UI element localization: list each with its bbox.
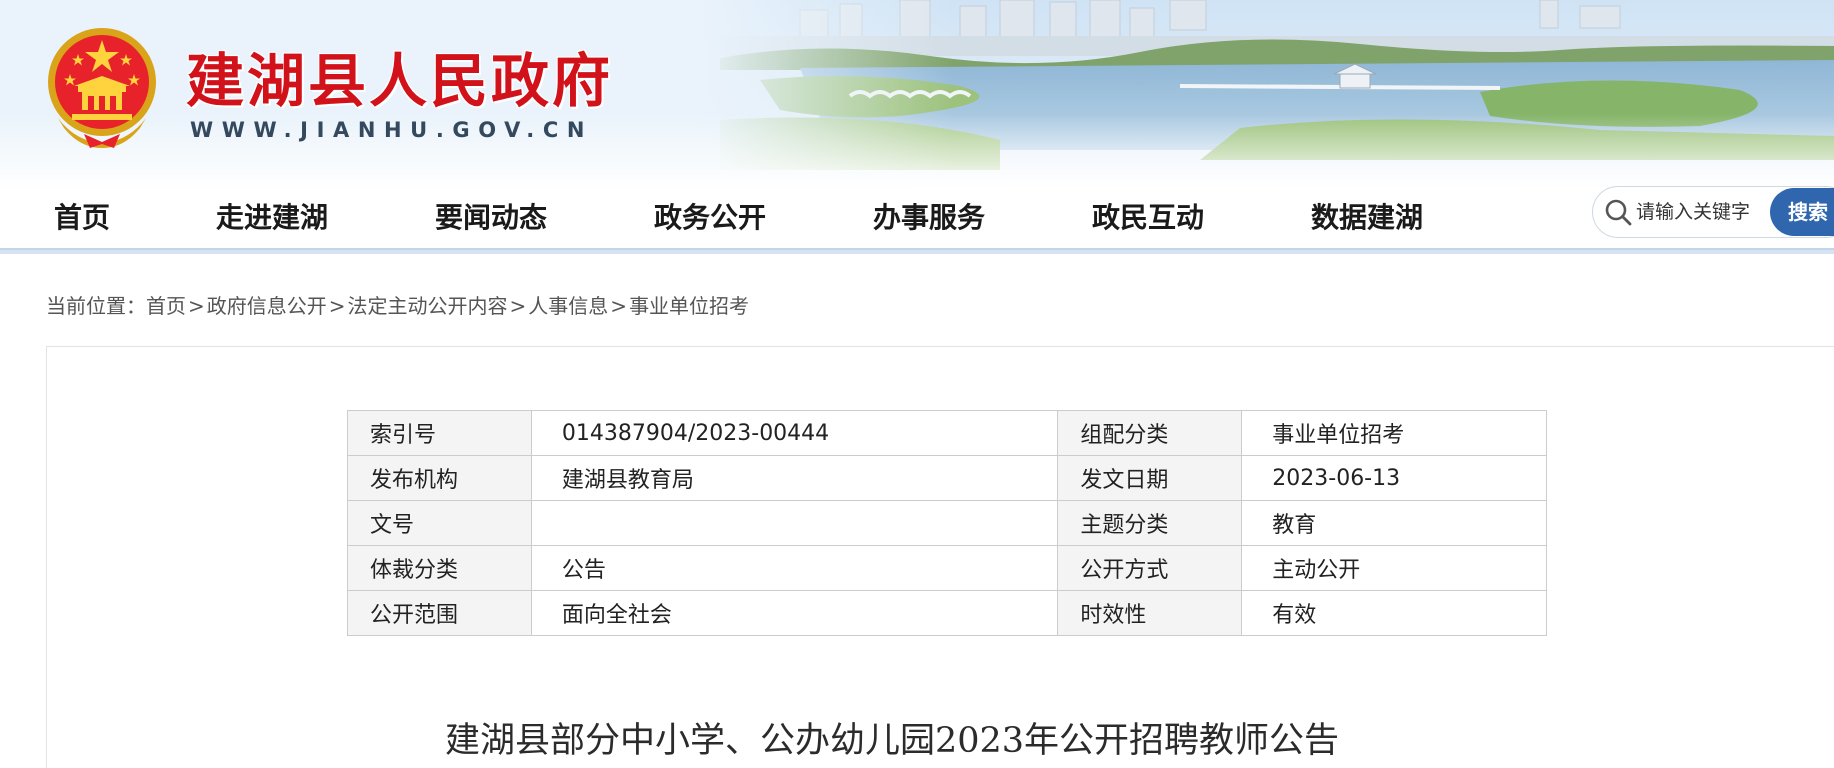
breadcrumb-item-home[interactable]: 首页	[146, 294, 186, 318]
document-meta-table: 索引号 014387904/2023-00444 组配分类 事业单位招考 发布机…	[347, 410, 1547, 636]
table-row: 公开范围 面向全社会 时效性 有效	[347, 590, 1547, 636]
meta-value: 面向全社会	[530, 590, 1059, 636]
table-row: 文号 主题分类 教育	[347, 500, 1547, 546]
nav-item-data[interactable]: 数据建湖	[1311, 196, 1423, 236]
table-row: 发布机构 建湖县教育局 发文日期 2023-06-13	[347, 455, 1547, 501]
breadcrumb-separator: >	[509, 294, 527, 318]
meta-value: 事业单位招考	[1241, 410, 1547, 456]
meta-key: 文号	[347, 500, 532, 546]
meta-value: 公告	[530, 545, 1059, 591]
breadcrumb-item-statutory[interactable]: 法定主动公开内容	[348, 294, 508, 318]
meta-key: 索引号	[347, 410, 532, 456]
nav-item-services[interactable]: 办事服务	[873, 196, 985, 236]
breadcrumb: 当前位置：首页 > 政府信息公开 > 法定主动公开内容 > 人事信息 > 事业单位招考	[46, 290, 749, 319]
meta-value: 014387904/2023-00444	[530, 410, 1059, 456]
nav-item-news[interactable]: 要闻动态	[435, 196, 547, 236]
breadcrumb-separator: >	[328, 294, 346, 318]
breadcrumb-item-personnel[interactable]: 人事信息	[528, 294, 608, 318]
search-input[interactable]	[1636, 196, 1766, 228]
breadcrumb-separator: >	[188, 294, 205, 318]
breadcrumb-separator: >	[610, 294, 628, 318]
meta-value: 2023-06-13	[1241, 455, 1547, 501]
meta-key: 时效性	[1057, 590, 1243, 636]
header-banner: 建湖县人民政府 WWW.JIANHU.GOV.CN	[0, 0, 1834, 190]
meta-key: 体裁分类	[347, 545, 532, 591]
meta-key: 公开范围	[347, 590, 532, 636]
meta-key: 发布机构	[347, 455, 532, 501]
meta-key: 组配分类	[1057, 410, 1243, 456]
meta-value: 有效	[1241, 590, 1547, 636]
site-title[interactable]: 建湖县人民政府	[186, 34, 613, 118]
meta-key: 公开方式	[1057, 545, 1243, 591]
meta-value: 建湖县教育局	[530, 455, 1059, 501]
nav-item-interaction[interactable]: 政民互动	[1092, 196, 1204, 236]
national-emblem-icon	[48, 28, 156, 148]
meta-value	[530, 500, 1059, 546]
search-button[interactable]: 搜索	[1770, 188, 1834, 236]
breadcrumb-prefix: 当前位置：	[46, 294, 146, 318]
table-row: 体裁分类 公告 公开方式 主动公开	[347, 545, 1547, 591]
nav-item-home[interactable]: 首页	[54, 196, 110, 236]
meta-value: 主动公开	[1241, 545, 1547, 591]
nav-divider	[0, 248, 1834, 254]
nav-item-gov-affairs[interactable]: 政务公开	[654, 196, 766, 236]
breadcrumb-item-recruitment[interactable]: 事业单位招考	[629, 294, 749, 318]
breadcrumb-item-gov-info[interactable]: 政府信息公开	[207, 294, 327, 318]
meta-value: 教育	[1241, 500, 1547, 546]
main-nav: 首页 走进建湖 要闻动态 政务公开 办事服务 政民互动 数据建湖	[0, 178, 1834, 252]
meta-key: 发文日期	[1057, 455, 1243, 501]
nav-item-about-jianhu[interactable]: 走进建湖	[216, 196, 328, 236]
table-row: 索引号 014387904/2023-00444 组配分类 事业单位招考	[347, 410, 1547, 456]
search-icon	[1605, 199, 1632, 226]
document-title: 建湖县部分中小学、公办幼儿园2023年公开招聘教师公告	[444, 721, 1340, 761]
site-url: WWW.JIANHU.GOV.CN	[190, 118, 594, 142]
meta-key: 主题分类	[1057, 500, 1243, 546]
